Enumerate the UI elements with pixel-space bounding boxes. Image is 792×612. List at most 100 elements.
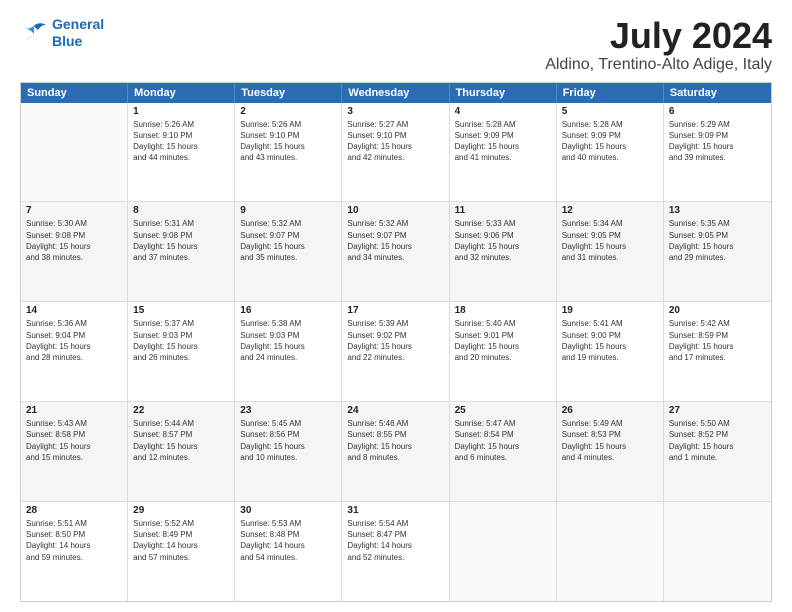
day-info: Sunrise: 5:46 AM Sunset: 8:55 PM Dayligh… bbox=[347, 418, 443, 463]
day-number: 3 bbox=[347, 106, 443, 117]
day-info: Sunrise: 5:32 AM Sunset: 9:07 PM Dayligh… bbox=[347, 218, 443, 263]
day-info: Sunrise: 5:51 AM Sunset: 8:50 PM Dayligh… bbox=[26, 518, 122, 563]
day-info: Sunrise: 5:54 AM Sunset: 8:47 PM Dayligh… bbox=[347, 518, 443, 563]
day-info: Sunrise: 5:52 AM Sunset: 8:49 PM Dayligh… bbox=[133, 518, 229, 563]
calendar-row-3: 21 Sunrise: 5:43 AM Sunset: 8:58 PM Dayli… bbox=[21, 402, 771, 502]
day-info: Sunrise: 5:47 AM Sunset: 8:54 PM Dayligh… bbox=[455, 418, 551, 463]
day-info: Sunrise: 5:40 AM Sunset: 9:01 PM Dayligh… bbox=[455, 318, 551, 363]
calendar-row-4: 28Sunrise: 5:51 AM Sunset: 8:50 PM Dayli… bbox=[21, 502, 771, 601]
day-info: Sunrise: 5:50 AM Sunset: 8:52 PM Dayligh… bbox=[669, 418, 766, 463]
day-number: 15 bbox=[133, 305, 229, 316]
logo-line2: Blue bbox=[52, 33, 104, 50]
calendar-cell bbox=[21, 103, 128, 202]
day-number: 12 bbox=[562, 205, 658, 216]
day-info: Sunrise: 5:49 AM Sunset: 8:53 PM Dayligh… bbox=[562, 418, 658, 463]
calendar-cell: 26 Sunrise: 5:49 AM Sunset: 8:53 PM Dayli… bbox=[557, 402, 664, 501]
calendar-row-1: 7 Sunrise: 5:30 AM Sunset: 9:08 PM Daylig… bbox=[21, 202, 771, 302]
calendar: SundayMondayTuesdayWednesdayThursdayFrid… bbox=[20, 82, 772, 602]
day-number: 4 bbox=[455, 106, 551, 117]
calendar-cell: 8Sunrise: 5:31 AM Sunset: 9:08 PM Daylig… bbox=[128, 202, 235, 301]
calendar-cell: 12 Sunrise: 5:34 AM Sunset: 9:05 PM Dayli… bbox=[557, 202, 664, 301]
day-number: 27 bbox=[669, 405, 766, 416]
day-number: 13 bbox=[669, 205, 766, 216]
day-number: 31 bbox=[347, 505, 443, 516]
day-number: 30 bbox=[240, 505, 336, 516]
day-info: Sunrise: 5:43 AM Sunset: 8:58 PM Dayligh… bbox=[26, 418, 122, 463]
day-info: Sunrise: 5:42 AM Sunset: 8:59 PM Dayligh… bbox=[669, 318, 766, 363]
calendar-row-2: 14 Sunrise: 5:36 AM Sunset: 9:04 PM Dayli… bbox=[21, 302, 771, 402]
calendar-cell bbox=[557, 502, 664, 601]
day-number: 29 bbox=[133, 505, 229, 516]
day-info: Sunrise: 5:29 AM Sunset: 9:09 PM Dayligh… bbox=[669, 119, 766, 164]
day-info: Sunrise: 5:30 AM Sunset: 9:08 PM Dayligh… bbox=[26, 218, 122, 263]
logo-text: General Blue bbox=[52, 16, 104, 50]
day-info: Sunrise: 5:35 AM Sunset: 9:05 PM Dayligh… bbox=[669, 218, 766, 263]
logo-icon bbox=[20, 22, 48, 44]
day-info: Sunrise: 5:39 AM Sunset: 9:02 PM Dayligh… bbox=[347, 318, 443, 363]
calendar-cell: 9Sunrise: 5:32 AM Sunset: 9:07 PM Daylig… bbox=[235, 202, 342, 301]
day-number: 22 bbox=[133, 405, 229, 416]
day-number: 23 bbox=[240, 405, 336, 416]
calendar-cell: 10 Sunrise: 5:32 AM Sunset: 9:07 PM Dayli… bbox=[342, 202, 449, 301]
calendar-cell: 27 Sunrise: 5:50 AM Sunset: 8:52 PM Dayli… bbox=[664, 402, 771, 501]
day-info: Sunrise: 5:36 AM Sunset: 9:04 PM Dayligh… bbox=[26, 318, 122, 363]
day-number: 24 bbox=[347, 405, 443, 416]
calendar-cell: 2 Sunrise: 5:26 AM Sunset: 9:10 PM Daylig… bbox=[235, 103, 342, 202]
calendar-cell: 14 Sunrise: 5:36 AM Sunset: 9:04 PM Dayli… bbox=[21, 302, 128, 401]
day-number: 8 bbox=[133, 205, 229, 216]
day-info: Sunrise: 5:37 AM Sunset: 9:03 PM Dayligh… bbox=[133, 318, 229, 363]
calendar-cell: 17 Sunrise: 5:39 AM Sunset: 9:02 PM Dayli… bbox=[342, 302, 449, 401]
day-info: Sunrise: 5:34 AM Sunset: 9:05 PM Dayligh… bbox=[562, 218, 658, 263]
calendar-cell: 22Sunrise: 5:44 AM Sunset: 8:57 PM Dayli… bbox=[128, 402, 235, 501]
calendar-cell: 15 Sunrise: 5:37 AM Sunset: 9:03 PM Dayli… bbox=[128, 302, 235, 401]
day-number: 14 bbox=[26, 305, 122, 316]
header-day-wednesday: Wednesday bbox=[342, 83, 449, 103]
calendar-cell: 20 Sunrise: 5:42 AM Sunset: 8:59 PM Dayli… bbox=[664, 302, 771, 401]
calendar-cell: 7 Sunrise: 5:30 AM Sunset: 9:08 PM Daylig… bbox=[21, 202, 128, 301]
day-number: 7 bbox=[26, 205, 122, 216]
day-info: Sunrise: 5:32 AM Sunset: 9:07 PM Dayligh… bbox=[240, 218, 336, 263]
header-day-friday: Friday bbox=[557, 83, 664, 103]
calendar-cell bbox=[450, 502, 557, 601]
calendar-cell: 23Sunrise: 5:45 AM Sunset: 8:56 PM Dayli… bbox=[235, 402, 342, 501]
day-number: 17 bbox=[347, 305, 443, 316]
day-number: 26 bbox=[562, 405, 658, 416]
calendar-cell: 4 Sunrise: 5:28 AM Sunset: 9:09 PM Daylig… bbox=[450, 103, 557, 202]
day-number: 25 bbox=[455, 405, 551, 416]
day-info: Sunrise: 5:28 AM Sunset: 9:09 PM Dayligh… bbox=[455, 119, 551, 164]
header-day-tuesday: Tuesday bbox=[235, 83, 342, 103]
title-block: July 2024 Aldino, Trentino-Alto Adige, I… bbox=[545, 16, 772, 74]
header-day-saturday: Saturday bbox=[664, 83, 771, 103]
day-number: 21 bbox=[26, 405, 122, 416]
calendar-cell: 28Sunrise: 5:51 AM Sunset: 8:50 PM Dayli… bbox=[21, 502, 128, 601]
calendar-cell: 1Sunrise: 5:26 AM Sunset: 9:10 PM Daylig… bbox=[128, 103, 235, 202]
day-info: Sunrise: 5:41 AM Sunset: 9:00 PM Dayligh… bbox=[562, 318, 658, 363]
logo: General Blue bbox=[20, 16, 104, 50]
calendar-cell: 21 Sunrise: 5:43 AM Sunset: 8:58 PM Dayli… bbox=[21, 402, 128, 501]
day-number: 10 bbox=[347, 205, 443, 216]
calendar-cell: 31 Sunrise: 5:54 AM Sunset: 8:47 PM Dayli… bbox=[342, 502, 449, 601]
day-number: 11 bbox=[455, 205, 551, 216]
day-number: 1 bbox=[133, 106, 229, 117]
day-number: 16 bbox=[240, 305, 336, 316]
day-info: Sunrise: 5:28 AM Sunset: 9:09 PM Dayligh… bbox=[562, 119, 658, 164]
day-number: 20 bbox=[669, 305, 766, 316]
calendar-cell: 24 Sunrise: 5:46 AM Sunset: 8:55 PM Dayli… bbox=[342, 402, 449, 501]
header-day-thursday: Thursday bbox=[450, 83, 557, 103]
calendar-row-0: 1 Sunrise: 5:26 AM Sunset: 9:10 PM Daylig… bbox=[21, 103, 771, 203]
header: General Blue July 2024 Aldino, Trentino-… bbox=[20, 16, 772, 74]
day-number: 2 bbox=[240, 106, 336, 117]
day-info: Sunrise: 5:27 AM Sunset: 9:10 PM Dayligh… bbox=[347, 119, 443, 164]
header-day-sunday: Sunday bbox=[21, 83, 128, 103]
day-info: Sunrise: 5:26 AM Sunset: 9:10 PM Dayligh… bbox=[240, 119, 336, 164]
calendar-cell: 5Sunrise: 5:28 AM Sunset: 9:09 PM Daylig… bbox=[557, 103, 664, 202]
calendar-cell: 11Sunrise: 5:33 AM Sunset: 9:06 PM Dayli… bbox=[450, 202, 557, 301]
logo-line1: General bbox=[52, 16, 104, 33]
day-number: 19 bbox=[562, 305, 658, 316]
calendar-cell: 16 Sunrise: 5:38 AM Sunset: 9:03 PM Dayli… bbox=[235, 302, 342, 401]
calendar-cell: 13 Sunrise: 5:35 AM Sunset: 9:05 PM Dayli… bbox=[664, 202, 771, 301]
day-info: Sunrise: 5:53 AM Sunset: 8:48 PM Dayligh… bbox=[240, 518, 336, 563]
calendar-cell: 6Sunrise: 5:29 AM Sunset: 9:09 PM Daylig… bbox=[664, 103, 771, 202]
day-info: Sunrise: 5:38 AM Sunset: 9:03 PM Dayligh… bbox=[240, 318, 336, 363]
calendar-cell: 25 Sunrise: 5:47 AM Sunset: 8:54 PM Dayli… bbox=[450, 402, 557, 501]
